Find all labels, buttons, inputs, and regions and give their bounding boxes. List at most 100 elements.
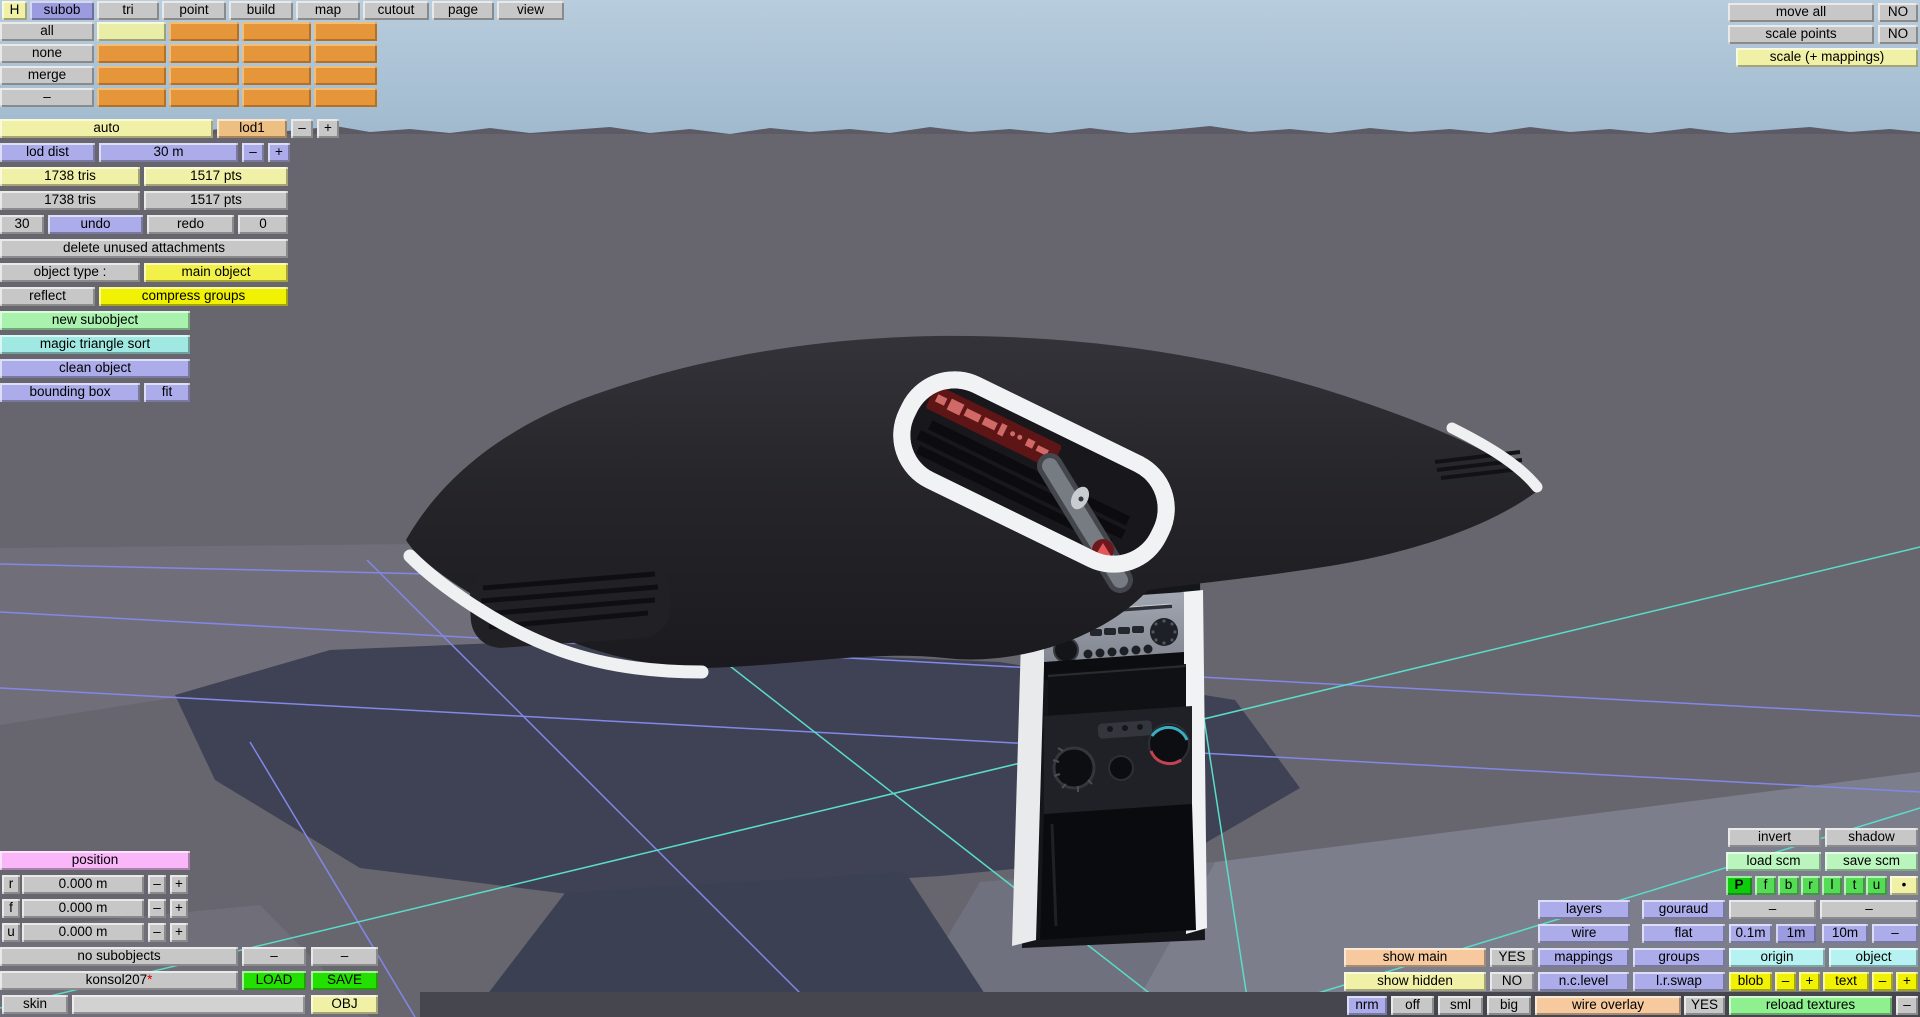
move-all-button[interactable]: move all — [1728, 3, 1874, 22]
subob-grid-cell[interactable] — [169, 66, 239, 85]
blob-plus-button[interactable]: + — [1799, 972, 1820, 991]
view-b-button[interactable]: b — [1778, 876, 1799, 895]
object-button[interactable]: object — [1829, 948, 1918, 967]
reload-textures-button[interactable]: reload textures — [1729, 996, 1892, 1015]
subob-grid-cell[interactable] — [97, 88, 166, 107]
select-all-button[interactable]: all — [0, 22, 94, 41]
save-scm-button[interactable]: save scm — [1825, 852, 1918, 871]
grid-10m-button[interactable]: 10m — [1822, 924, 1868, 943]
show-hidden-button[interactable]: show hidden — [1344, 972, 1486, 991]
shadow-button[interactable]: shadow — [1825, 828, 1918, 847]
layers-button[interactable]: layers — [1538, 900, 1630, 919]
scale-points-button[interactable]: scale points — [1728, 25, 1874, 44]
reflect-button[interactable]: reflect — [0, 287, 95, 306]
subob-grid-cell[interactable] — [242, 88, 311, 107]
subob-grid-cell[interactable] — [169, 22, 239, 41]
bounding-box-button[interactable]: bounding box — [0, 383, 140, 402]
move-all-state[interactable]: NO — [1878, 3, 1918, 22]
view-t-button[interactable]: t — [1844, 876, 1865, 895]
axis-f-minus-button[interactable]: – — [148, 899, 166, 918]
blob-minus-button[interactable]: – — [1775, 972, 1796, 991]
object-type-value-button[interactable]: main object — [144, 263, 288, 282]
axis-u-plus-button[interactable]: + — [170, 923, 188, 942]
subob-grid-cell[interactable] — [314, 88, 377, 107]
tab-h[interactable]: H — [2, 1, 27, 20]
tab-view[interactable]: view — [497, 1, 564, 20]
compress-groups-button[interactable]: compress groups — [99, 287, 288, 306]
clean-object-button[interactable]: clean object — [0, 359, 190, 378]
tab-subob[interactable]: subob — [30, 1, 94, 20]
grid-0-1m-button[interactable]: 0.1m — [1729, 924, 1772, 943]
layer-dash-button-1[interactable]: – — [1729, 900, 1816, 919]
axis-f-plus-button[interactable]: + — [170, 899, 188, 918]
tab-page[interactable]: page — [432, 1, 494, 20]
subob-grid-cell[interactable] — [97, 44, 166, 63]
merge-button[interactable]: merge — [0, 66, 94, 85]
subob-grid-cell[interactable] — [242, 66, 311, 85]
tab-cutout[interactable]: cutout — [363, 1, 429, 20]
axis-r-plus-button[interactable]: + — [170, 875, 188, 894]
lr-swap-button[interactable]: l.r.swap — [1633, 972, 1725, 991]
bounding-box-fit-button[interactable]: fit — [144, 383, 190, 402]
subob-grid-cell[interactable] — [242, 22, 311, 41]
text-minus-button[interactable]: – — [1872, 972, 1893, 991]
invert-button[interactable]: invert — [1728, 828, 1821, 847]
new-subobject-button[interactable]: new subobject — [0, 311, 190, 330]
redo-button[interactable]: redo — [147, 215, 234, 234]
mappings-button[interactable]: mappings — [1538, 948, 1629, 967]
wire-button[interactable]: wire — [1538, 924, 1630, 943]
axis-r-minus-button[interactable]: – — [148, 875, 166, 894]
view-l-button[interactable]: l — [1822, 876, 1842, 895]
layer-dash-button-2[interactable]: – — [1820, 900, 1918, 919]
lod-plus-button[interactable]: + — [317, 119, 339, 138]
lod-dist-minus-button[interactable]: – — [242, 143, 264, 162]
text-plus-button[interactable]: + — [1896, 972, 1918, 991]
subob-grid-cell[interactable] — [314, 22, 377, 41]
subob-grid-cell[interactable] — [169, 88, 239, 107]
subobject-next-button[interactable]: – — [311, 947, 378, 966]
view-dot-button[interactable]: • — [1890, 876, 1918, 895]
magic-triangle-sort-button[interactable]: magic triangle sort — [0, 335, 190, 354]
subob-grid-cell[interactable] — [314, 66, 377, 85]
skin-value-field[interactable] — [72, 995, 305, 1014]
nrm-button[interactable]: nrm — [1347, 996, 1387, 1015]
show-main-state[interactable]: YES — [1490, 948, 1534, 967]
nc-level-button[interactable]: n.c.level — [1538, 972, 1629, 991]
object-name-field[interactable]: konsol207* — [0, 971, 238, 990]
load-button[interactable]: LOAD — [242, 971, 306, 990]
delete-unused-attachments-button[interactable]: delete unused attachments — [0, 239, 288, 258]
subob-grid-cell-active[interactable] — [97, 22, 166, 41]
reload-dash-button[interactable]: – — [1896, 996, 1918, 1015]
scale-mappings-button[interactable]: scale (+ mappings) — [1736, 48, 1918, 67]
subob-grid-cell[interactable] — [97, 66, 166, 85]
blob-button[interactable]: blob — [1729, 972, 1772, 991]
text-button[interactable]: text — [1823, 972, 1869, 991]
tab-map[interactable]: map — [296, 1, 360, 20]
tab-tri[interactable]: tri — [97, 1, 159, 20]
subob-grid-cell[interactable] — [314, 44, 377, 63]
wire-overlay-button[interactable]: wire overlay — [1535, 996, 1681, 1015]
view-u-button[interactable]: u — [1866, 876, 1887, 895]
show-hidden-state[interactable]: NO — [1490, 972, 1534, 991]
axis-u-minus-button[interactable]: – — [148, 923, 166, 942]
load-scm-button[interactable]: load scm — [1726, 852, 1821, 871]
nrm-sml-button[interactable]: sml — [1438, 996, 1483, 1015]
gouraud-button[interactable]: gouraud — [1642, 900, 1725, 919]
view-f-button[interactable]: f — [1755, 876, 1776, 895]
obj-export-button[interactable]: OBJ — [311, 995, 378, 1014]
view-p-button[interactable]: P — [1726, 876, 1752, 895]
select-none-button[interactable]: none — [0, 44, 94, 63]
nrm-off-button[interactable]: off — [1391, 996, 1434, 1015]
subobject-prev-button[interactable]: – — [242, 947, 306, 966]
tab-build[interactable]: build — [229, 1, 293, 20]
origin-button[interactable]: origin — [1729, 948, 1825, 967]
undo-button[interactable]: undo — [48, 215, 143, 234]
grid-dash-button[interactable]: – — [1872, 924, 1918, 943]
lod-dist-plus-button[interactable]: + — [268, 143, 290, 162]
flat-button[interactable]: flat — [1642, 924, 1725, 943]
nrm-big-button[interactable]: big — [1487, 996, 1531, 1015]
scale-points-state[interactable]: NO — [1878, 25, 1918, 44]
view-r-button[interactable]: r — [1801, 876, 1820, 895]
lod-minus-button[interactable]: – — [291, 119, 313, 138]
save-button[interactable]: SAVE — [311, 971, 378, 990]
